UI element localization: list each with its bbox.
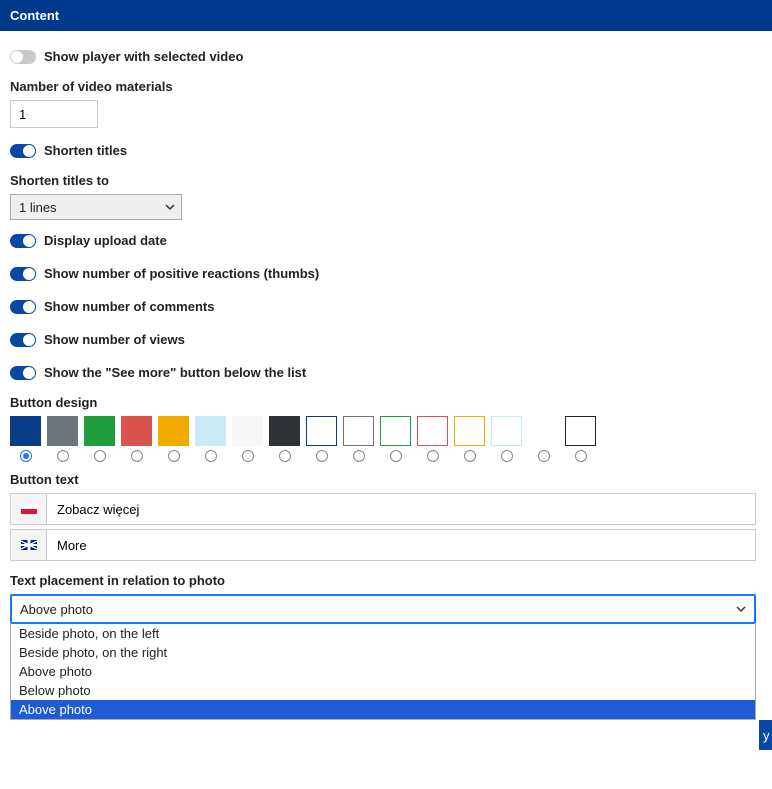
color-radio[interactable] xyxy=(538,450,550,462)
shorten-to-select[interactable]: 1 lines xyxy=(10,194,182,220)
toggle-label: Display upload date xyxy=(44,233,167,248)
toggle-row-shorten-titles: Shorten titles xyxy=(10,134,762,167)
color-swatch[interactable] xyxy=(565,416,596,446)
select-value: 1 lines xyxy=(19,200,57,215)
toggle-row-upload-date: Display upload date xyxy=(10,224,762,257)
color-radio[interactable] xyxy=(279,450,291,462)
chevron-down-icon xyxy=(165,202,175,212)
flag-uk-icon xyxy=(21,540,37,550)
color-radio[interactable] xyxy=(168,450,180,462)
toggle-show-views[interactable] xyxy=(10,333,36,347)
panel-title: Content xyxy=(10,8,59,23)
color-radio[interactable] xyxy=(94,450,106,462)
dropdown-option[interactable]: Beside photo, on the left xyxy=(11,624,755,643)
color-radio[interactable] xyxy=(242,450,254,462)
color-swatch[interactable] xyxy=(269,416,300,446)
color-swatch[interactable] xyxy=(343,416,374,446)
toggle-label: Show number of views xyxy=(44,332,185,347)
dropdown-option[interactable]: Above photo xyxy=(11,662,755,681)
color-swatch[interactable] xyxy=(195,416,226,446)
flag-cell xyxy=(10,493,46,525)
color-swatch[interactable] xyxy=(528,416,559,446)
text-placement-dropdown: Beside photo, on the leftBeside photo, o… xyxy=(10,624,756,720)
color-swatch[interactable] xyxy=(158,416,189,446)
toggle-row-comments: Show number of comments xyxy=(10,290,762,323)
color-radio[interactable] xyxy=(131,450,143,462)
toggle-row-thumbs: Show number of positive reactions (thumb… xyxy=(10,257,762,290)
button-text-label: Button text xyxy=(10,472,762,487)
color-radio[interactable] xyxy=(316,450,328,462)
dropdown-option[interactable]: Above photo xyxy=(11,700,755,719)
flag-pl-icon xyxy=(21,504,37,514)
button-design-swatches xyxy=(10,416,762,446)
color-radio[interactable] xyxy=(205,450,217,462)
button-design-radios xyxy=(10,450,762,462)
dropdown-option[interactable]: Below photo xyxy=(11,681,755,700)
color-radio[interactable] xyxy=(390,450,402,462)
toggle-show-see-more[interactable] xyxy=(10,366,36,380)
toggle-label: Shorten titles xyxy=(44,143,127,158)
color-radio[interactable] xyxy=(20,450,32,462)
button-design-label: Button design xyxy=(10,395,762,410)
button-text-row-en xyxy=(10,529,756,561)
select-value: Above photo xyxy=(20,602,93,617)
color-radio[interactable] xyxy=(501,450,513,462)
button-text-input-pl[interactable] xyxy=(46,493,756,525)
bottom-peek-button[interactable]: y xyxy=(759,720,772,750)
color-radio[interactable] xyxy=(353,450,365,462)
num-materials-label: Namber of video materials xyxy=(10,79,762,94)
color-swatch[interactable] xyxy=(491,416,522,446)
toggle-show-thumbs[interactable] xyxy=(10,267,36,281)
dropdown-option[interactable]: Beside photo, on the right xyxy=(11,643,755,662)
num-materials-input[interactable] xyxy=(10,100,98,128)
color-radio[interactable] xyxy=(427,450,439,462)
toggle-row-views: Show number of views xyxy=(10,323,762,356)
color-swatch[interactable] xyxy=(380,416,411,446)
color-swatch[interactable] xyxy=(454,416,485,446)
shorten-to-label: Shorten titles to xyxy=(10,173,762,188)
color-swatch[interactable] xyxy=(232,416,263,446)
toggle-show-player[interactable] xyxy=(10,50,36,64)
color-radio[interactable] xyxy=(575,450,587,462)
toggle-shorten-titles[interactable] xyxy=(10,144,36,158)
button-text-row-pl xyxy=(10,493,756,525)
toggle-display-upload-date[interactable] xyxy=(10,234,36,248)
text-placement-label: Text placement in relation to photo xyxy=(10,573,762,588)
panel-header: Content xyxy=(0,0,772,31)
bottom-edge: y xyxy=(0,720,772,750)
color-swatch[interactable] xyxy=(306,416,337,446)
toggle-label: Show number of positive reactions (thumb… xyxy=(44,266,319,281)
toggle-label: Show number of comments xyxy=(44,299,214,314)
color-radio[interactable] xyxy=(57,450,69,462)
color-swatch[interactable] xyxy=(10,416,41,446)
color-swatch[interactable] xyxy=(84,416,115,446)
toggle-show-comments[interactable] xyxy=(10,300,36,314)
color-swatch[interactable] xyxy=(121,416,152,446)
color-swatch[interactable] xyxy=(417,416,448,446)
chevron-down-icon xyxy=(736,604,746,614)
toggle-label: Show player with selected video xyxy=(44,49,243,64)
text-placement-select[interactable]: Above photo xyxy=(10,594,756,624)
button-text-input-en[interactable] xyxy=(46,529,756,561)
panel-body: Show player with selected video Namber o… xyxy=(0,31,772,720)
toggle-row-show-player: Show player with selected video xyxy=(10,40,762,73)
toggle-label: Show the "See more" button below the lis… xyxy=(44,365,306,380)
flag-cell xyxy=(10,529,46,561)
toggle-row-see-more: Show the "See more" button below the lis… xyxy=(10,356,762,389)
color-swatch[interactable] xyxy=(47,416,78,446)
color-radio[interactable] xyxy=(464,450,476,462)
